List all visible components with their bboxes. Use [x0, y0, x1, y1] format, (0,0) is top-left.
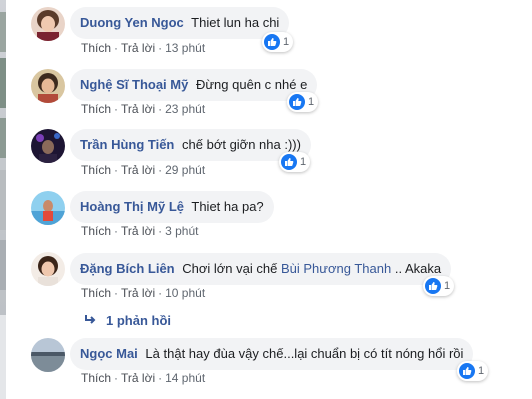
comment-actions: Thích · Trả lời · 23 phút [81, 102, 205, 116]
avatar[interactable] [31, 338, 65, 372]
edge-photo-fragment [0, 118, 6, 158]
comment-bubble: Trần Hùng Tiến chế bớt giỡn nha :))) [70, 129, 311, 161]
comment-bubble: Nghệ Sĩ Thoại Mỹ Đừng quên c nhé e [70, 69, 318, 101]
comment-bubble: Hoàng Thị Mỹ Lệ Thiet ha pa? [70, 191, 274, 223]
left-edge-strip [0, 0, 6, 399]
comment-text: Đừng quên c nhé e [195, 77, 308, 92]
comment-bubble: Duong Yen Ngoc Thiet lun ha chi [70, 7, 290, 39]
edge-photo-fragment [0, 240, 6, 290]
separator: · [158, 371, 163, 385]
comment-text: chế bớt giỡn nha :))) [182, 137, 301, 152]
like-thumb-icon [281, 154, 297, 170]
reaction-count[interactable]: 1 [262, 32, 294, 52]
comment-author[interactable]: Đặng Bích Liên [80, 261, 175, 276]
avatar[interactable] [31, 129, 65, 163]
edge-photo-fragment [0, 58, 6, 108]
timestamp[interactable]: 10 phút [165, 286, 205, 300]
like-thumb-icon [425, 278, 441, 294]
comment-author[interactable]: Trần Hùng Tiến [80, 137, 174, 152]
timestamp[interactable]: 13 phút [165, 41, 205, 55]
separator: · [114, 286, 119, 300]
like-link[interactable]: Thích [81, 102, 111, 116]
comment-bubble: Đặng Bích Liên Chơi lớn vại chế Bùi Phươ… [70, 253, 452, 285]
reaction-count[interactable]: 1 [287, 92, 319, 112]
separator: · [158, 102, 163, 116]
mention-link[interactable]: Bùi Phương Thanh [281, 261, 391, 276]
comment-actions: Thích · Trả lời · 29 phút [81, 163, 205, 177]
avatar[interactable] [31, 191, 65, 225]
like-link[interactable]: Thích [81, 163, 111, 177]
timestamp[interactable]: 29 phút [165, 163, 205, 177]
separator: · [158, 41, 163, 55]
reaction-count[interactable]: 1 [423, 276, 455, 296]
reply-link[interactable]: Trả lời [121, 286, 155, 300]
timestamp[interactable]: 3 phút [165, 224, 198, 238]
like-link[interactable]: Thích [81, 286, 111, 300]
reply-link[interactable]: Trả lời [121, 41, 155, 55]
comment-bubble: Ngọc Mai Là thật hay đùa vậy chế...lại c… [70, 338, 474, 370]
reaction-number: 1 [283, 36, 290, 48]
separator: · [114, 163, 119, 177]
comment-actions: Thích · Trả lời · 13 phút [81, 41, 205, 55]
separator: · [158, 224, 163, 238]
edge-photo-fragment [0, 170, 6, 230]
comment-text: Là thật hay đùa vậy chế...lại chuẩn bị c… [145, 346, 464, 361]
comment-actions: Thích · Trả lời · 10 phút [81, 286, 205, 300]
comment-actions: Thích · Trả lời · 14 phút [81, 371, 205, 385]
reaction-count[interactable]: 1 [279, 152, 311, 172]
timestamp[interactable]: 23 phút [165, 102, 205, 116]
reaction-count[interactable]: 1 [457, 361, 489, 381]
like-link[interactable]: Thích [81, 41, 111, 55]
separator: · [114, 41, 119, 55]
reaction-number: 1 [308, 96, 315, 108]
separator: · [114, 102, 119, 116]
comment-author[interactable]: Ngọc Mai [80, 346, 138, 361]
edge-photo-fragment [0, 12, 6, 52]
reply-link[interactable]: Trả lời [121, 163, 155, 177]
reply-link[interactable]: Trả lời [121, 371, 155, 385]
view-replies-link[interactable]: 1 phản hồi [84, 313, 171, 328]
like-link[interactable]: Thích [81, 371, 111, 385]
comment-author[interactable]: Duong Yen Ngoc [80, 15, 184, 30]
like-thumb-icon [289, 94, 305, 110]
separator: · [114, 371, 119, 385]
reply-link[interactable]: Trả lời [121, 224, 155, 238]
comment-author[interactable]: Nghệ Sĩ Thoại Mỹ [80, 77, 188, 92]
avatar[interactable] [31, 252, 65, 286]
comment-text-start: Chơi lớn vại chế [182, 261, 278, 276]
timestamp[interactable]: 14 phút [165, 371, 205, 385]
view-replies-label: 1 phản hồi [106, 313, 171, 328]
like-link[interactable]: Thích [81, 224, 111, 238]
separator: · [158, 163, 163, 177]
avatar[interactable] [31, 69, 65, 103]
like-thumb-icon [264, 34, 280, 50]
comment-text: Thiet ha pa? [191, 199, 264, 214]
comment-text: Thiet lun ha chi [191, 15, 280, 30]
reaction-number: 1 [478, 365, 485, 377]
separator: · [114, 224, 119, 238]
comment-actions: Thích · Trả lời · 3 phút [81, 224, 198, 238]
reaction-number: 1 [300, 156, 307, 168]
separator: · [158, 286, 163, 300]
comment-author[interactable]: Hoàng Thị Mỹ Lệ [80, 199, 184, 214]
comment-text-end: .. Akaka [394, 261, 442, 276]
edge-photo-fragment [0, 315, 6, 399]
like-thumb-icon [459, 363, 475, 379]
reply-link[interactable]: Trả lời [121, 102, 155, 116]
reaction-number: 1 [444, 280, 451, 292]
reply-arrow-icon [84, 313, 96, 328]
avatar[interactable] [31, 7, 65, 41]
